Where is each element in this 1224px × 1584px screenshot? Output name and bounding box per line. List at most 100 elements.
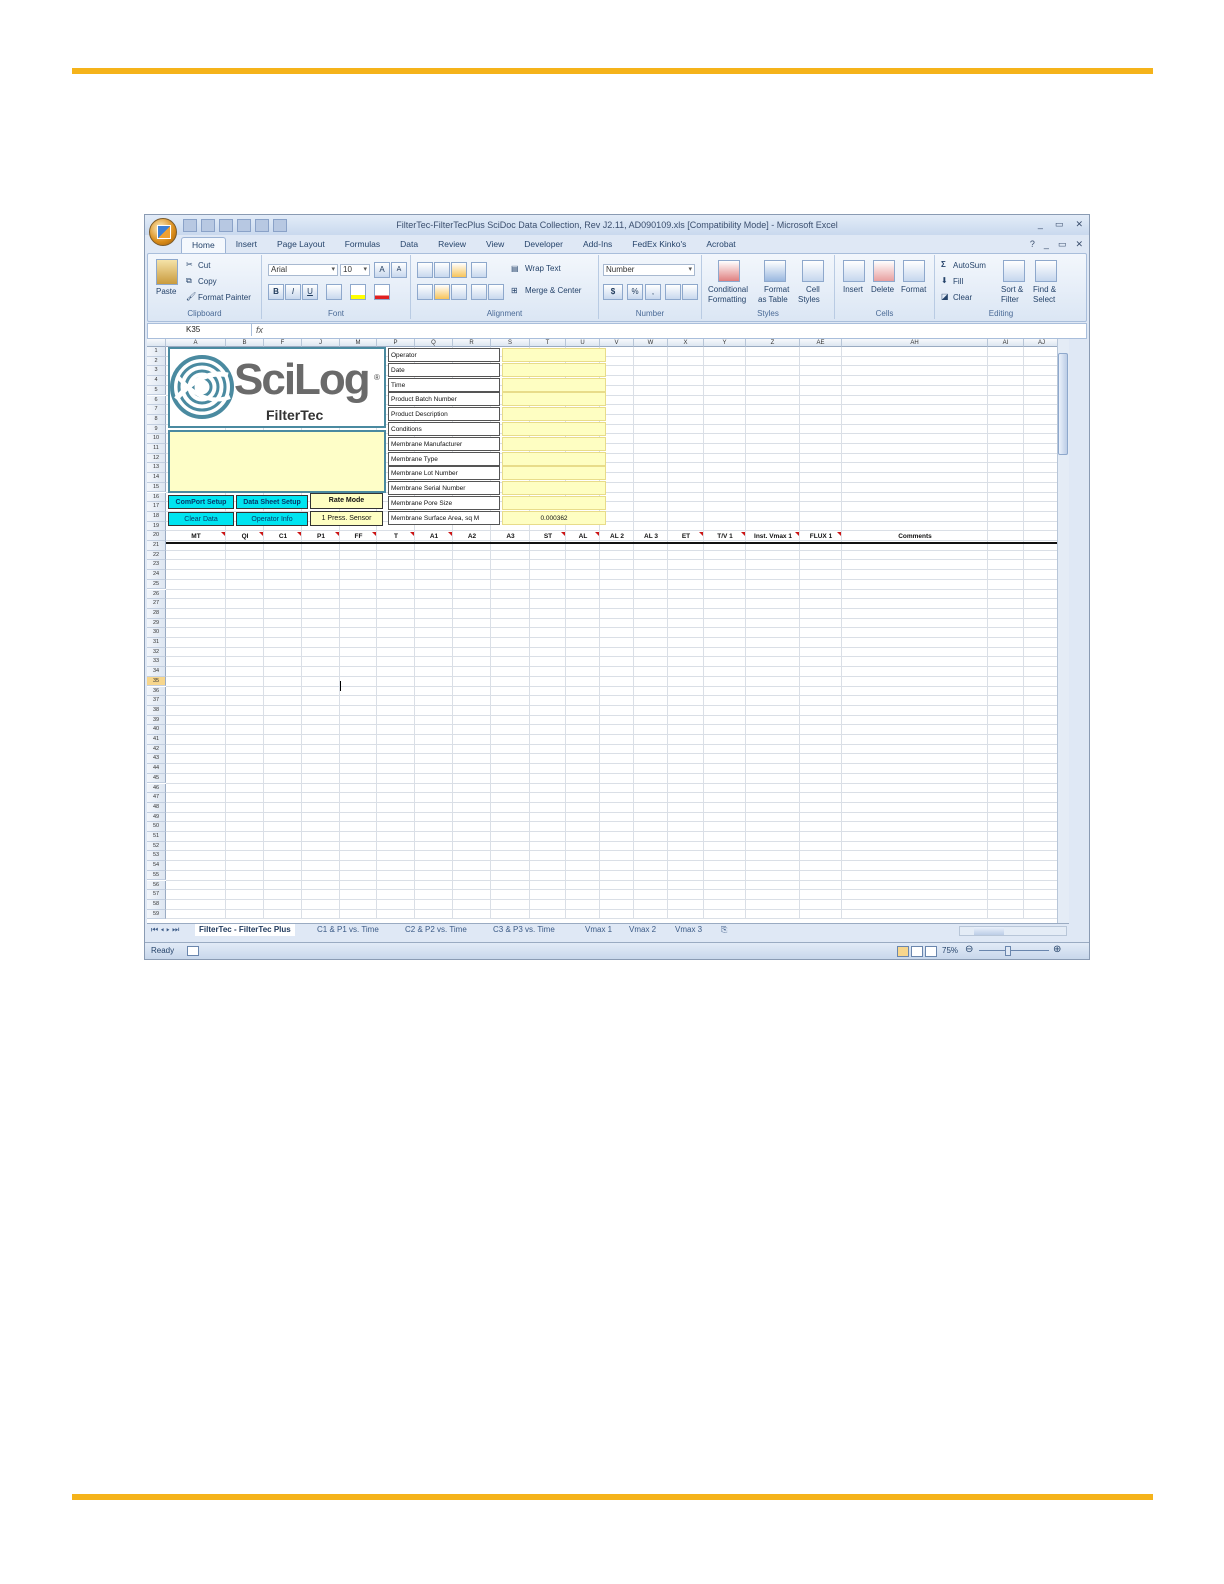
column-header[interactable]: W [634, 339, 668, 347]
row-header[interactable]: 25 [147, 579, 166, 590]
clear-button[interactable]: Clear [953, 293, 972, 302]
row-header[interactable]: 24 [147, 570, 166, 580]
increase-indent-icon[interactable] [488, 284, 504, 300]
name-box[interactable]: K35 [148, 324, 252, 336]
sheet-tab[interactable]: Vmax 3 [675, 924, 702, 936]
tab-home[interactable]: Home [181, 237, 226, 254]
insert-cells-button[interactable]: Insert [843, 285, 863, 294]
row-header[interactable]: 2 [147, 356, 166, 367]
row-header[interactable]: 46 [147, 783, 166, 794]
comment-indicator-icon[interactable] [221, 532, 225, 536]
row-header[interactable]: 51 [147, 832, 166, 842]
zoom-in-icon[interactable]: ⊕ [1053, 944, 1061, 955]
row-header[interactable]: 27 [147, 599, 166, 609]
macro-record-icon[interactable] [187, 946, 199, 956]
row-header[interactable]: 8 [147, 414, 166, 425]
align-top-icon[interactable] [417, 262, 433, 278]
column-header[interactable]: V [600, 339, 634, 347]
comment-indicator-icon[interactable] [335, 532, 339, 536]
sheet-tab[interactable]: C1 & P1 vs. Time [317, 924, 379, 936]
column-header[interactable]: U [566, 339, 600, 347]
info-value-cell[interactable]: 0.000362 [502, 510, 606, 525]
tab-developer[interactable]: Developer [514, 237, 573, 253]
zoom-slider-thumb[interactable] [1005, 946, 1011, 956]
row-header[interactable]: 15 [147, 482, 166, 493]
tab-acrobat[interactable]: Acrobat [696, 237, 745, 253]
italic-button[interactable]: I [285, 284, 301, 300]
column-header[interactable]: P [377, 339, 415, 347]
close-button[interactable]: ✕ [1075, 219, 1083, 230]
sheet-tab[interactable]: Vmax 2 [629, 924, 656, 936]
row-header[interactable]: 54 [147, 861, 166, 871]
sort-filter-button[interactable]: Sort & [1001, 285, 1023, 294]
rate-mode-button[interactable]: Rate Mode [310, 493, 383, 509]
row-header[interactable]: 23 [147, 560, 166, 571]
row-header[interactable]: 21 [147, 541, 166, 551]
row-header[interactable]: 59 [147, 909, 166, 920]
format-as-table-button[interactable]: Format [764, 285, 789, 294]
row-header[interactable]: 20 [147, 531, 166, 541]
comment-indicator-icon[interactable] [448, 532, 452, 536]
comment-indicator-icon[interactable] [699, 532, 703, 536]
sheet-tab[interactable]: C3 & P3 vs. Time [493, 924, 555, 936]
row-header[interactable]: 22 [147, 550, 166, 561]
info-value-cell[interactable] [502, 451, 606, 466]
decrease-indent-icon[interactable] [471, 284, 487, 300]
merge-center-button[interactable]: Merge & Center [525, 286, 581, 295]
row-header[interactable]: 45 [147, 773, 166, 784]
column-header[interactable]: M [340, 339, 377, 347]
decrease-decimal-icon[interactable] [682, 284, 698, 300]
insert-cells-icon[interactable] [843, 260, 865, 282]
autosum-button[interactable]: AutoSum [953, 261, 986, 270]
info-value-cell[interactable] [502, 496, 606, 510]
row-header[interactable]: 52 [147, 841, 166, 852]
column-header[interactable]: J [302, 339, 340, 347]
row-header[interactable]: 29 [147, 618, 166, 629]
row-header[interactable]: 16 [147, 492, 166, 503]
align-left-icon[interactable] [417, 284, 433, 300]
info-value-cell[interactable] [502, 392, 606, 407]
comma-button[interactable]: , [645, 284, 661, 300]
row-header[interactable]: 58 [147, 899, 166, 910]
zoom-out-icon[interactable]: ⊖ [965, 944, 973, 955]
maximize-button[interactable]: ▭ [1055, 219, 1064, 230]
press-sensor-button[interactable]: 1 Press. Sensor [310, 511, 383, 526]
row-header[interactable]: 55 [147, 870, 166, 881]
delete-cells-button[interactable]: Delete [871, 285, 894, 294]
row-header[interactable]: 44 [147, 764, 166, 774]
number-format-combo[interactable]: Number [603, 264, 695, 276]
zoom-slider[interactable] [979, 946, 1049, 956]
row-header[interactable]: 32 [147, 647, 166, 658]
sheet-tab[interactable]: C2 & P2 vs. Time [405, 924, 467, 936]
data-sheet-setup-button[interactable]: Data Sheet Setup [236, 495, 308, 509]
sheet-tab[interactable]: FilterTec - FilterTec Plus [195, 924, 295, 936]
info-value-cell[interactable] [502, 377, 606, 392]
tab-data[interactable]: Data [390, 237, 428, 253]
row-header[interactable]: 6 [147, 395, 166, 406]
row-header[interactable]: 19 [147, 521, 166, 532]
vertical-scroll-thumb[interactable] [1058, 353, 1068, 455]
row-header[interactable]: 56 [147, 880, 166, 891]
row-header[interactable]: 40 [147, 725, 166, 735]
copy-button[interactable]: Copy [198, 277, 217, 286]
row-header[interactable]: 7 [147, 405, 166, 415]
info-value-cell[interactable] [502, 436, 606, 451]
comment-indicator-icon[interactable] [595, 532, 599, 536]
tab-formulas[interactable]: Formulas [335, 237, 390, 253]
column-header[interactable]: F [264, 339, 302, 347]
tab-fedex-kinko-s[interactable]: FedEx Kinko's [622, 237, 696, 253]
align-center-icon[interactable] [434, 284, 450, 300]
find-select-button[interactable]: Find & [1033, 285, 1056, 294]
comment-indicator-icon[interactable] [741, 532, 745, 536]
workbook-minimize-button[interactable]: _ [1044, 239, 1049, 250]
cut-button[interactable]: Cut [198, 261, 210, 270]
paste-button[interactable]: Paste [156, 287, 176, 296]
worksheet-grid[interactable]: A B F J M P Q R S T U V W X Y Z AE AH AI AJ 1 2 3 4 5 6 7 8 9 10 11 12… [147, 339, 1069, 923]
binoculars-icon[interactable] [1035, 260, 1057, 282]
help-icon[interactable]: ? [1030, 239, 1035, 250]
info-value-cell[interactable] [502, 348, 606, 362]
cell-styles-icon[interactable] [802, 260, 824, 282]
tab-add-ins[interactable]: Add-Ins [573, 237, 622, 253]
comment-indicator-icon[interactable] [837, 532, 841, 536]
row-header[interactable]: 31 [147, 638, 166, 648]
